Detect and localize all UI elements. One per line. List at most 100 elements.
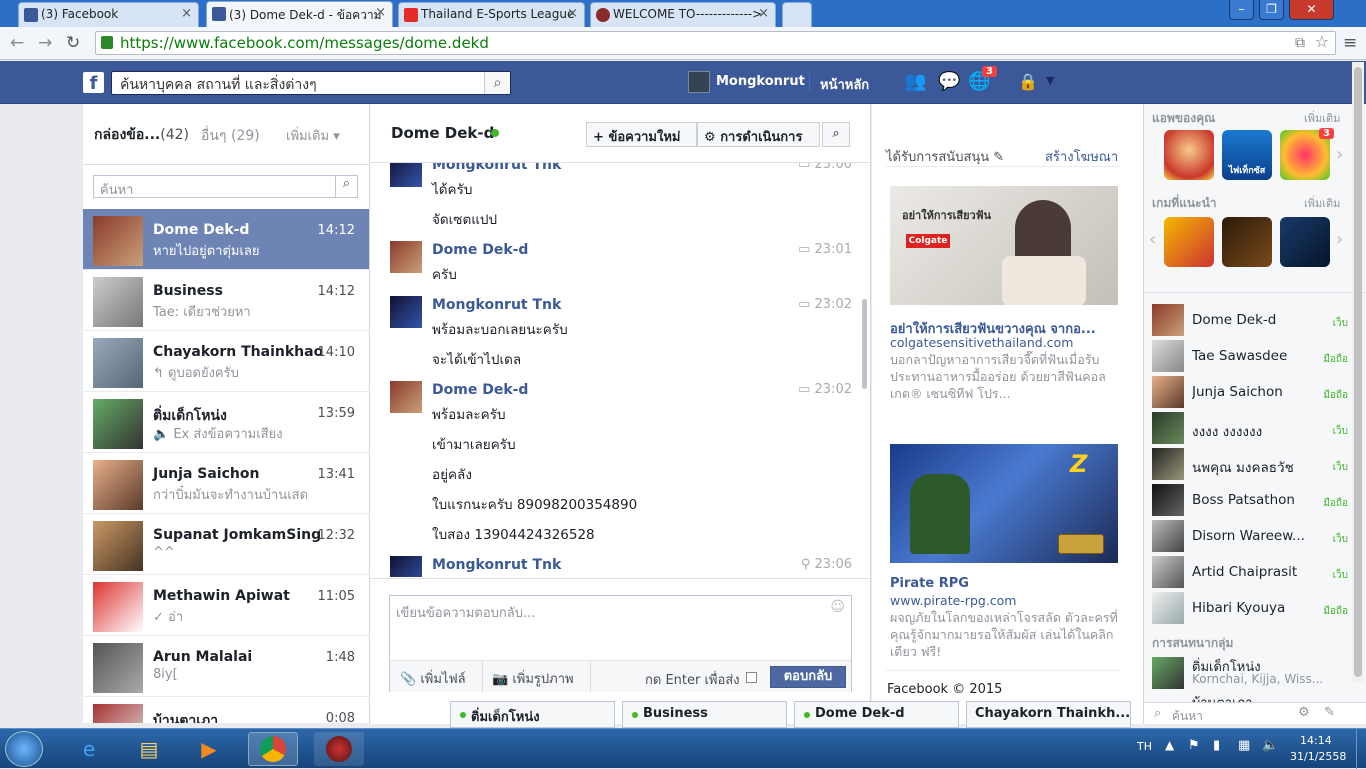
inbox-tab[interactable]: กล่องข้อ...(42) — [94, 124, 189, 146]
chat-search-bar[interactable]: ⌕ ค้นหา ⚙ ✎ — [1144, 702, 1366, 724]
emoji-icon[interactable]: ☺ — [830, 599, 845, 615]
page-scrollbar-thumb[interactable] — [1354, 67, 1362, 677]
close-window-icon[interactable]: ✕ — [1289, 0, 1334, 20]
new-message-button[interactable]: + ข้อความใหม่ — [586, 122, 697, 147]
scrollbar[interactable] — [862, 299, 867, 389]
apps-more-link[interactable]: เพิ่มเติม — [1304, 109, 1340, 127]
chevron-left-icon[interactable]: ‹ — [1149, 229, 1156, 250]
new-tab-button[interactable] — [782, 2, 812, 27]
flag-icon[interactable]: ⚑ — [1188, 738, 1200, 753]
other-tab[interactable]: อื่นๆ (29) — [201, 125, 260, 147]
group-chat-item[interactable]: ติ่มเด็กโหน่ง Kornchai, Kijja, Wiss... — [1152, 654, 1362, 692]
compose-icon[interactable]: ✎ — [1324, 705, 1335, 720]
chat-dock-tab[interactable]: Dome Dek-d — [794, 701, 959, 728]
sender-name[interactable]: Mongkonrut Tnk — [432, 163, 561, 173]
start-button-icon[interactable] — [5, 731, 43, 767]
thread-item[interactable]: Business 14:12 Tae: เดียวช่วยหา — [83, 270, 369, 331]
thread-item[interactable]: Dome Dek-d 14:12 หายไปอยู่ตาตุ่มเลย — [83, 209, 369, 270]
create-ad-link[interactable]: สร้างโฆษณา — [1045, 146, 1118, 167]
thread-item[interactable]: ติ่มเด็กโหน่ง 13:59 🔈 Ex ส่งข้อความเสียง — [83, 392, 369, 453]
sender-name[interactable]: Dome Dek-d — [432, 382, 528, 398]
ad-image[interactable]: อย่าให้การเสียวฟัน Colgate — [890, 186, 1118, 305]
show-desktop-button[interactable] — [1356, 729, 1366, 769]
show-hidden-icons[interactable]: ▲ — [1165, 738, 1174, 752]
add-file-button[interactable]: 📎 เพิ่มไฟล์ — [400, 668, 466, 689]
chat-contact[interactable]: Hibari Kyouya มือถือ — [1152, 588, 1362, 624]
browser-tab-facebook[interactable]: (3) Facebook × — [18, 2, 199, 27]
sender-name[interactable]: Mongkonrut Tnk — [432, 297, 561, 313]
more-dropdown[interactable]: เพิ่มเติม ▾ — [286, 125, 340, 146]
friend-requests-icon[interactable]: 👥 — [904, 71, 926, 92]
chat-contact[interactable]: Boss Patsathon มือถือ — [1152, 480, 1362, 516]
chat-contact[interactable]: นพคุณ มงคลธวัช เว็บ — [1152, 444, 1362, 480]
thread-item[interactable]: บ้านตาเภา 0:08 — [83, 697, 369, 724]
chat-contact[interactable]: Tae Sawasdee มือถือ — [1152, 336, 1362, 372]
thread-item[interactable]: Methawin Apiwat 11:05 ✓ อ่า — [83, 575, 369, 636]
clock-date[interactable]: 31/1/2558 — [1290, 750, 1346, 763]
group-name[interactable]: บ้านตาเภา — [1192, 692, 1253, 702]
close-tab-icon[interactable]: × — [375, 5, 386, 20]
reply-button[interactable]: ตอบกลับ — [770, 666, 846, 688]
close-tab-icon[interactable]: × — [181, 6, 192, 21]
account-menu-icon[interactable]: ▼ — [1046, 74, 1054, 87]
browser-tab-welcome[interactable]: WELCOME TO-------------> × — [590, 2, 776, 27]
add-photo-button[interactable]: 📷 เพิ่มรูปภาพ — [492, 668, 574, 689]
thread-item[interactable]: Supanat JomkamSing 12:32 ^^ — [83, 514, 369, 575]
messages-icon[interactable]: 💬 — [938, 71, 960, 92]
chat-dock-tab[interactable]: ติ่มเด็กโหน่ง — [450, 701, 615, 728]
game-icon[interactable] — [1280, 217, 1330, 267]
chat-dock-tab[interactable]: Chayakorn Thainkh... — [966, 701, 1131, 728]
app-icon[interactable] — [1164, 130, 1214, 180]
forward-icon[interactable]: → — [38, 33, 52, 53]
ad-title[interactable]: Pirate RPG — [890, 576, 969, 591]
reply-input[interactable]: เขียนข้อความตอบกลับ... — [396, 602, 535, 623]
sender-name[interactable]: Dome Dek-d — [432, 242, 528, 258]
page-scrollbar-track[interactable] — [1352, 62, 1364, 682]
gear-icon[interactable]: ⚙ — [1298, 705, 1310, 720]
maximize-icon[interactable]: ❐ — [1259, 0, 1284, 20]
game-icon[interactable] — [1164, 217, 1214, 267]
internet-explorer-icon[interactable]: e — [64, 732, 114, 766]
network-icon[interactable]: ▦ — [1238, 738, 1250, 753]
volume-icon[interactable]: 🔈 — [1262, 738, 1278, 753]
game-icon[interactable] — [1222, 217, 1272, 267]
search-conversation-icon[interactable]: ⌕ — [822, 122, 850, 147]
chat-dock-tab[interactable]: Business — [622, 701, 787, 728]
game-launcher-icon[interactable] — [314, 732, 364, 766]
chat-contact[interactable]: งงงง งงงงงง เว็บ — [1152, 408, 1362, 444]
home-link[interactable]: หน้าหลัก — [820, 74, 869, 95]
search-icon[interactable]: ⌕ — [335, 176, 357, 197]
sender-name[interactable]: Mongkonrut Tnk — [432, 557, 561, 573]
search-input[interactable]: ค้นหาบุคคล สถานที่ และสิ่งต่างๆ ⌕ — [111, 71, 511, 95]
ad-domain[interactable]: www.pirate-rpg.com — [890, 593, 1016, 608]
reload-icon[interactable]: ↻ — [66, 33, 80, 53]
ad-image[interactable]: Z — [890, 444, 1118, 563]
minimize-icon[interactable]: – — [1229, 0, 1254, 20]
thread-item[interactable]: Arun Malalai 1:48 8iy[ — [83, 636, 369, 697]
clock-time[interactable]: 14:14 — [1300, 734, 1332, 747]
power-icon[interactable]: ▮ — [1213, 738, 1220, 753]
browser-tab-esports[interactable]: Thailand E-Sports League × — [398, 2, 585, 27]
media-player-icon[interactable]: ▶ — [184, 732, 234, 766]
translate-icon[interactable]: ⧉ — [1295, 32, 1305, 54]
chat-contact[interactable]: Dome Dek-d เว็บ — [1152, 300, 1362, 336]
privacy-lock-icon[interactable]: 🔒 — [1018, 72, 1038, 91]
close-tab-icon[interactable]: × — [758, 6, 769, 21]
facebook-logo[interactable]: f — [83, 72, 104, 94]
ad-domain[interactable]: colgatesensitivethailand.com — [890, 335, 1073, 350]
bookmark-star-icon[interactable]: ☆ — [1315, 31, 1329, 53]
chevron-right-icon[interactable]: › — [1336, 229, 1343, 250]
chat-contact[interactable]: Artid Chaiprasit เว็บ — [1152, 552, 1362, 588]
poker-app-icon[interactable]: ไพ่เท็กซัส — [1222, 130, 1272, 180]
chevron-right-icon[interactable]: › — [1336, 144, 1343, 165]
profile-avatar[interactable] — [688, 71, 710, 93]
file-explorer-icon[interactable]: ▤ — [124, 732, 174, 766]
chat-contact[interactable]: Disorn Wareew... เว็บ — [1152, 516, 1362, 552]
profile-link[interactable]: Mongkonrut — [716, 74, 805, 89]
close-tab-icon[interactable]: × — [567, 6, 578, 21]
chat-contact[interactable]: Junja Saichon มือถือ — [1152, 372, 1362, 408]
chrome-icon[interactable] — [248, 732, 298, 766]
search-icon[interactable]: ⌕ — [484, 72, 510, 94]
address-bar[interactable]: https://www.facebook.com/messages/dome.d… — [95, 31, 1336, 55]
games-more-link[interactable]: เพิ่มเติม — [1304, 194, 1340, 212]
